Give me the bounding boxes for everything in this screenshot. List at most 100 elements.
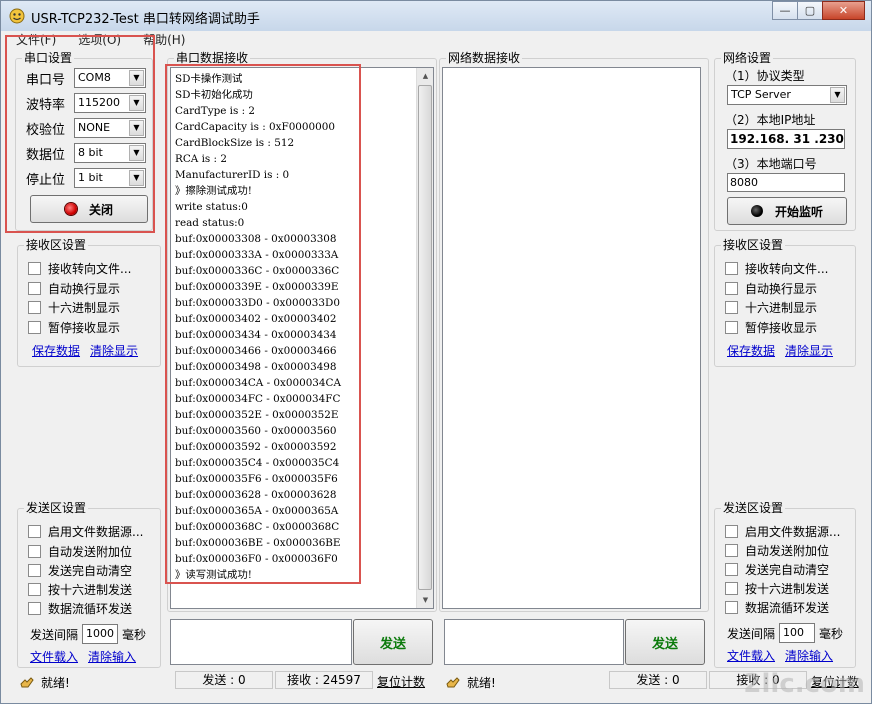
network-send-label: 发送: [651, 636, 678, 652]
checkbox[interactable]: [725, 321, 738, 334]
checkbox[interactable]: [725, 544, 738, 557]
checkbox[interactable]: [725, 301, 738, 314]
right-send-settings-label: 发送区设置: [721, 501, 786, 515]
left-load-file-link[interactable]: 文件载入: [30, 648, 78, 665]
serial-send-button[interactable]: 发送: [353, 619, 433, 665]
left-reset-count-button[interactable]: 复位计数: [377, 673, 425, 690]
start-listen-label: 开始监听: [774, 204, 823, 219]
checkbox[interactable]: [28, 602, 41, 615]
right-load-file-link[interactable]: 文件载入: [727, 647, 775, 664]
right-send-opt-file[interactable]: 启用文件数据源...: [725, 523, 840, 540]
right-recv-opt-file[interactable]: 接收转向文件...: [725, 260, 828, 277]
serial-send-label: 发送: [379, 636, 406, 652]
close-window-button[interactable]: ✕: [822, 1, 865, 20]
left-clear-display-link[interactable]: 清除显示: [90, 342, 138, 359]
right-clear-input-link[interactable]: 清除输入: [785, 647, 833, 664]
checkbox[interactable]: [725, 563, 738, 576]
vertical-scrollbar[interactable]: ▲ ▼: [416, 68, 433, 608]
left-clear-input-link[interactable]: 清除输入: [88, 648, 136, 665]
right-clear-display-link[interactable]: 清除显示: [785, 342, 833, 359]
left-send-opt-append[interactable]: 自动发送附加位: [28, 543, 132, 560]
left-sent-count: 发送 : 0: [175, 671, 273, 689]
right-receive-settings-group: 接收区设置 接收转向文件... 自动换行显示 十六进制显示 暂停接收显示 保存数…: [714, 238, 856, 367]
serial-receive-label: 串口数据接收: [174, 51, 251, 65]
left-recv-count: 接收 : 24597: [275, 671, 373, 689]
left-recv-opt-wrap[interactable]: 自动换行显示: [28, 280, 120, 297]
serial-send-input[interactable]: [170, 619, 352, 665]
hand-pointer-icon: [20, 676, 34, 687]
start-listen-button[interactable]: 开始监听: [727, 197, 847, 225]
maximize-button[interactable]: ▢: [797, 1, 823, 20]
right-send-opt-autoclear[interactable]: 发送完自动清空: [725, 561, 829, 578]
right-sent-count: 发送 : 0: [609, 671, 707, 689]
left-interval-unit: 毫秒: [122, 627, 147, 642]
port-label: （3）本地端口号: [725, 157, 817, 171]
right-send-settings-group: 发送区设置 启用文件数据源... 自动发送附加位 发送完自动清空 按十六进制发送…: [714, 501, 856, 668]
left-send-settings-label: 发送区设置: [24, 501, 89, 515]
local-ip-input[interactable]: 192.168. 31 .230: [727, 129, 845, 149]
right-send-opt-append[interactable]: 自动发送附加位: [725, 542, 829, 559]
highlight-serial-receive: [165, 64, 361, 584]
right-recv-opt-wrap[interactable]: 自动换行显示: [725, 280, 817, 297]
window-title: USR-TCP232-Test 串口转网络调试助手: [31, 12, 260, 27]
checkbox[interactable]: [28, 583, 41, 596]
right-recv-opt-pause[interactable]: 暂停接收显示: [725, 319, 817, 336]
left-send-opt-file[interactable]: 启用文件数据源...: [28, 523, 143, 540]
watermark-logo: 2lic.com: [743, 669, 865, 699]
protocol-select[interactable]: TCP Server ▼: [727, 85, 847, 105]
right-save-data-link[interactable]: 保存数据: [727, 342, 775, 359]
left-send-opt-autoclear[interactable]: 发送完自动清空: [28, 562, 132, 579]
right-receive-settings-label: 接收区设置: [721, 238, 786, 252]
left-interval-input[interactable]: 1000: [82, 624, 119, 644]
right-interval-label: 发送间隔: [727, 626, 776, 641]
left-send-settings-group: 发送区设置 启用文件数据源... 自动发送附加位 发送完自动清空 按十六进制发送…: [17, 501, 161, 668]
left-recv-opt-pause[interactable]: 暂停接收显示: [28, 319, 120, 336]
right-recv-opt-hex[interactable]: 十六进制显示: [725, 299, 817, 316]
checkbox[interactable]: [28, 564, 41, 577]
checkbox[interactable]: [28, 301, 41, 314]
chevron-down-icon: ▼: [830, 87, 845, 103]
scroll-down-icon[interactable]: ▼: [418, 592, 433, 608]
network-settings-group: 网络设置 （1）协议类型 TCP Server ▼ （2）本地IP地址 192.1…: [714, 51, 856, 231]
checkbox[interactable]: [28, 321, 41, 334]
hand-pointer-icon: [446, 676, 460, 687]
checkbox[interactable]: [725, 582, 738, 595]
checkbox[interactable]: [725, 525, 738, 538]
local-port-input[interactable]: 8080: [727, 173, 845, 192]
left-send-opt-hex[interactable]: 按十六进制发送: [28, 581, 132, 598]
status-led-icon: [750, 205, 763, 217]
right-send-opt-loop[interactable]: 数据流循环发送: [725, 599, 829, 616]
highlight-serial-settings: [5, 35, 155, 233]
right-status: 就绪!: [445, 674, 496, 691]
title-bar: USR-TCP232-Test 串口转网络调试助手 — ▢ ✕: [1, 1, 871, 31]
left-receive-settings-label: 接收区设置: [24, 238, 89, 252]
right-interval-input[interactable]: 100: [779, 623, 816, 643]
minimize-button[interactable]: —: [772, 1, 798, 20]
checkbox[interactable]: [28, 262, 41, 275]
checkbox[interactable]: [28, 282, 41, 295]
left-receive-settings-group: 接收区设置 接收转向文件... 自动换行显示 十六进制显示 暂停接收显示 保存数…: [17, 238, 161, 367]
scroll-up-icon[interactable]: ▲: [418, 68, 433, 84]
checkbox[interactable]: [28, 525, 41, 538]
left-status: 就绪!: [19, 674, 70, 691]
scroll-thumb[interactable]: [418, 85, 432, 590]
network-receive-label: 网络数据接收: [446, 51, 523, 65]
left-recv-opt-hex[interactable]: 十六进制显示: [28, 299, 120, 316]
checkbox[interactable]: [725, 262, 738, 275]
network-settings-label: 网络设置: [721, 51, 774, 65]
network-receive-textarea[interactable]: [442, 67, 701, 609]
app-window: USR-TCP232-Test 串口转网络调试助手 — ▢ ✕ 文件(F) 选项…: [0, 0, 872, 704]
checkbox[interactable]: [28, 545, 41, 558]
network-send-button[interactable]: 发送: [625, 619, 705, 665]
right-send-opt-hex[interactable]: 按十六进制发送: [725, 580, 829, 597]
left-send-opt-loop[interactable]: 数据流循环发送: [28, 600, 132, 617]
left-recv-opt-file[interactable]: 接收转向文件...: [28, 260, 131, 277]
right-interval-row: 发送间隔 100 毫秒: [727, 623, 843, 643]
left-interval-row: 发送间隔 1000 毫秒: [30, 624, 146, 644]
checkbox[interactable]: [725, 601, 738, 614]
network-send-input[interactable]: [444, 619, 624, 665]
left-save-data-link[interactable]: 保存数据: [32, 342, 80, 359]
ip-label: （2）本地IP地址: [725, 113, 816, 127]
checkbox[interactable]: [725, 282, 738, 295]
app-icon: [9, 8, 25, 24]
